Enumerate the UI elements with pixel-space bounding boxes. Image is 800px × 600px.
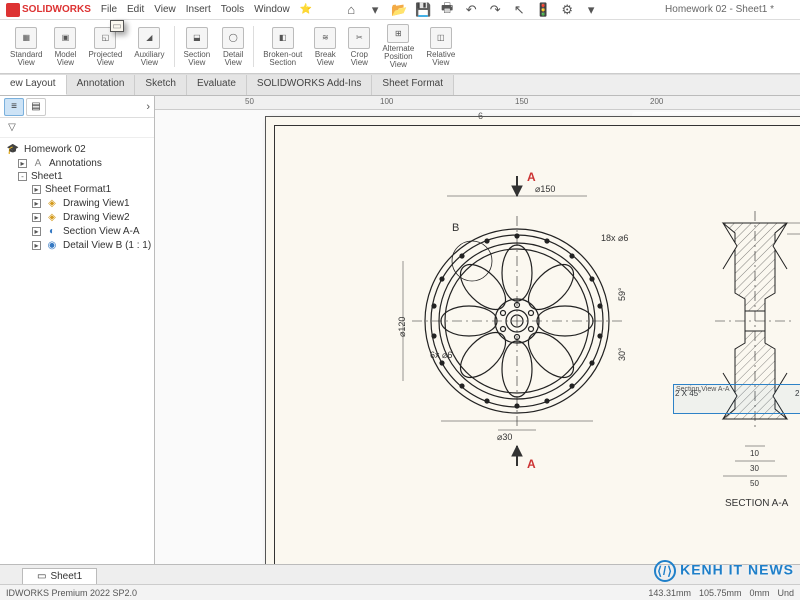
menu-edit[interactable]: Edit [127, 4, 144, 15]
open-icon[interactable]: 📂 [390, 1, 408, 19]
quick-access-toolbar: ⌂ ▾ 📂 💾 🖶 ↶ ↷ ↖ 🚦 ⚙ ▾ [342, 1, 600, 19]
tab-annotation[interactable]: Annotation [67, 75, 136, 95]
drawing-sheet: 6 5 [265, 116, 800, 564]
selection-section-view[interactable]: Section View A-A [673, 384, 800, 414]
undo-icon[interactable]: ↶ [462, 1, 480, 19]
document-title: Homework 02 - Sheet1 * [665, 4, 774, 15]
print-icon[interactable]: 🖶 [438, 1, 456, 19]
menu-help-icon[interactable]: ⭐ [300, 4, 312, 15]
tree-section-view[interactable]: ▸ ◐ Section View A-A [2, 224, 152, 238]
cmd-section-view[interactable]: ⬓Section View [178, 22, 217, 71]
cmd-brokenout[interactable]: ◧Broken-out Section [257, 22, 308, 71]
cmd-model-view[interactable]: ▣Model View [48, 22, 82, 71]
detailview-icon: ◉ [45, 239, 59, 251]
save-icon[interactable]: 💾 [414, 1, 432, 19]
svg-text:SECTION A-A: SECTION A-A [725, 498, 789, 509]
watermark: ⟨/⟩KENH IT NEWS [654, 560, 794, 582]
status-z: 0mm [749, 588, 769, 598]
drawing-canvas[interactable]: 50 100 150 200 🔍 🔍 ↻ ◐ ◈ ⋯ ● 6 5 [155, 96, 800, 564]
tree-drawing-view2[interactable]: ▸ ◈ Drawing View2 [2, 210, 152, 224]
drawing-icon: 🎓 [6, 143, 20, 155]
feature-tree: 🎓 Homework 02 ▸ A Annotations - ▭ Sheet1… [0, 138, 154, 256]
tab-view-layout[interactable]: ew Layout [0, 75, 67, 95]
svg-text:6x ⌀6: 6x ⌀6 [430, 350, 452, 360]
svg-text:10: 10 [750, 449, 759, 458]
tab-sketch[interactable]: Sketch [135, 75, 187, 95]
cmd-altpos-view[interactable]: ⊞Alternate Position View [376, 22, 420, 71]
menu-window[interactable]: Window [254, 4, 290, 15]
cmd-break-view[interactable]: ≋Break View [308, 22, 342, 71]
options-icon[interactable]: ⚙ [558, 1, 576, 19]
svg-text:59°: 59° [617, 287, 627, 301]
svg-text:A: A [527, 457, 536, 471]
watermark-icon: ⟨/⟩ [654, 560, 676, 582]
svg-text:30°: 30° [617, 347, 627, 361]
svg-text:⌀30: ⌀30 [497, 432, 512, 442]
app-logo [6, 3, 20, 17]
status-bar: IDWORKS Premium 2022 SP2.0 143.31mm 105.… [0, 584, 800, 600]
menu-file[interactable]: File [101, 4, 117, 15]
main-menu: File Edit View Insert Tools Window ⭐ [101, 4, 312, 15]
cmd-detail-view[interactable]: ◯Detail View [216, 22, 250, 71]
ruler-horizontal: 50 100 150 200 [155, 96, 800, 110]
status-x: 143.31mm [648, 588, 691, 598]
svg-text:⌀150: ⌀150 [535, 184, 555, 194]
svg-text:30: 30 [750, 464, 759, 473]
cmd-relative-view[interactable]: ◫Relative View [420, 22, 461, 71]
menu-tools[interactable]: Tools [221, 4, 244, 15]
sheet-icon: ▭ [37, 571, 46, 582]
tree-detail-view[interactable]: ▸ ◉ Detail View B (1 : 1) [2, 238, 152, 252]
drawingview-icon: ◈ [45, 211, 59, 223]
zone-6: 6 [478, 111, 483, 123]
cmd-auxiliary-view[interactable]: ◢Auxiliary View [128, 22, 170, 71]
tree-annotations[interactable]: ▸ A Annotations [2, 156, 152, 170]
menu-insert[interactable]: Insert [186, 4, 211, 15]
sheet-tab-1[interactable]: ▭ Sheet1 [22, 568, 97, 584]
tree-root[interactable]: 🎓 Homework 02 [2, 142, 152, 156]
panel-expand-icon[interactable]: › [146, 101, 150, 113]
redo-icon[interactable]: ↷ [486, 1, 504, 19]
status-extra: Und [777, 588, 794, 598]
tree-sheet-format[interactable]: ▸ ▭ Sheet Format1 [2, 183, 152, 196]
sheetformat-icon: ▭ [110, 20, 124, 32]
property-mgr-tab-icon[interactable]: ▤ [26, 98, 46, 116]
tab-addins[interactable]: SOLIDWORKS Add-Ins [247, 75, 372, 95]
sectionview-icon: ◐ [45, 225, 59, 237]
status-version: IDWORKS Premium 2022 SP2.0 [6, 588, 137, 598]
feature-manager-panel: ≡ ▤ › ▽ 🎓 Homework 02 ▸ A Annotations - … [0, 96, 155, 564]
command-tabs: ew Layout Annotation Sketch Evaluate SOL… [0, 74, 800, 96]
annotations-icon: A [31, 157, 45, 169]
cmd-standard-view[interactable]: ▦Standard View [4, 22, 48, 71]
dropdown-icon[interactable]: ▾ [582, 1, 600, 19]
svg-text:⌀120: ⌀120 [397, 317, 407, 337]
tab-sheet-format[interactable]: Sheet Format [372, 75, 454, 95]
menu-view[interactable]: View [154, 4, 176, 15]
status-y: 105.75mm [699, 588, 742, 598]
tree-drawing-view1[interactable]: ▸ ◈ Drawing View1 [2, 196, 152, 210]
cmd-crop-view[interactable]: ✂Crop View [342, 22, 376, 71]
svg-text:B: B [452, 222, 459, 234]
feature-tree-tab-icon[interactable]: ≡ [4, 98, 24, 116]
app-name: SOLIDWORKS [22, 4, 91, 15]
svg-text:18x ⌀6: 18x ⌀6 [601, 233, 628, 243]
filter-icon[interactable]: ▽ [4, 120, 20, 136]
select-icon[interactable]: ↖ [510, 1, 528, 19]
drawingview-icon: ◈ [45, 197, 59, 209]
tab-evaluate[interactable]: Evaluate [187, 75, 247, 95]
svg-text:A: A [527, 170, 536, 184]
traffic-icon[interactable]: 🚦 [534, 1, 552, 19]
svg-text:50: 50 [750, 479, 759, 488]
home-icon[interactable]: ⌂ [342, 1, 360, 19]
technical-drawing: A A [275, 126, 800, 564]
new-icon[interactable]: ▾ [366, 1, 384, 19]
tree-sheet[interactable]: - ▭ Sheet1 [2, 170, 152, 183]
